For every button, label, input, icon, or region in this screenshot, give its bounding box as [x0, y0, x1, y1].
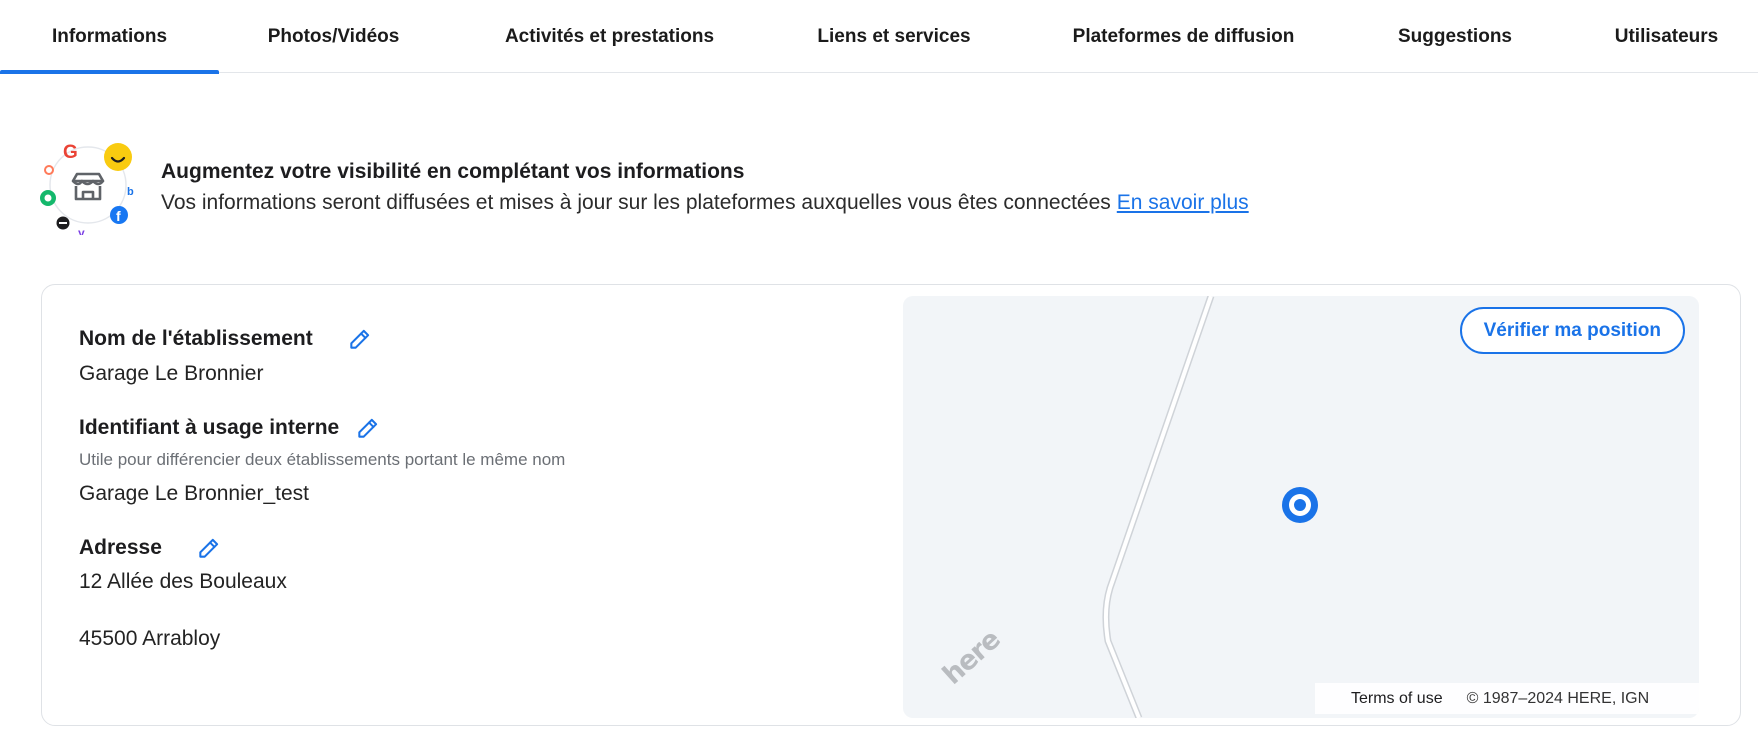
verify-position-button[interactable]: Vérifier ma position [1459, 307, 1685, 354]
svg-text:G: G [63, 142, 78, 163]
tab-photos-videos[interactable]: Photos/Vidéos [219, 0, 448, 73]
tab-activites-prestations[interactable]: Activités et prestations [480, 0, 739, 73]
name-field-label: Nom de l'établissement [79, 326, 373, 352]
internal-id-value: Garage Le Bronnier_test [79, 482, 309, 505]
location-pin-icon[interactable] [1282, 487, 1318, 523]
tab-informations[interactable]: Informations [0, 0, 219, 74]
address-label-text: Adresse [79, 536, 162, 559]
address-field-label: Adresse [79, 535, 222, 561]
terms-of-use-link[interactable]: Terms of use [1351, 690, 1443, 708]
svg-text:y: y [78, 226, 85, 235]
banner-title: Augmentez votre visibilité en complétant… [161, 160, 745, 183]
svg-text:f: f [116, 208, 121, 224]
internal-id-field-label: Identifiant à usage interne [79, 415, 381, 441]
location-map[interactable]: here Vérifier ma position Terms of use ©… [903, 296, 1699, 718]
establishment-info-card: Nom de l'établissement Garage Le Bronnie… [41, 284, 1741, 726]
name-label-text: Nom de l'établissement [79, 327, 313, 350]
learn-more-link[interactable]: En savoir plus [1117, 191, 1249, 214]
store-platforms-icon: G b f y [38, 135, 138, 240]
tab-plateformes-diffusion[interactable]: Plateformes de diffusion [1052, 0, 1315, 73]
name-value: Garage Le Bronnier [79, 362, 264, 385]
address-line2: 45500 Arrabloy [79, 627, 221, 650]
tab-liens-services[interactable]: Liens et services [800, 0, 988, 73]
edit-address-pencil-icon[interactable] [196, 535, 222, 561]
edit-internal-id-pencil-icon[interactable] [355, 415, 381, 441]
map-attribution: Terms of use © 1987–2024 HERE, IGN [1315, 683, 1699, 714]
banner-description-text: Vos informations seront diffusées et mis… [161, 191, 1111, 214]
map-copyright: © 1987–2024 HERE, IGN [1466, 689, 1650, 707]
tab-suggestions[interactable]: Suggestions [1385, 0, 1525, 73]
banner-description: Vos informations seront diffusées et mis… [161, 191, 1249, 215]
internal-id-label-text: Identifiant à usage interne [79, 416, 340, 439]
tab-utilisateurs[interactable]: Utilisateurs [1595, 0, 1738, 73]
tab-bar: Informations Photos/Vidéos Activités et … [0, 0, 1758, 74]
edit-name-pencil-icon[interactable] [347, 326, 373, 352]
internal-id-help-text: Utile pour différencier deux établisseme… [79, 450, 566, 469]
svg-text:b: b [127, 186, 134, 198]
address-line1: 12 Allée des Bouleaux [79, 570, 287, 593]
